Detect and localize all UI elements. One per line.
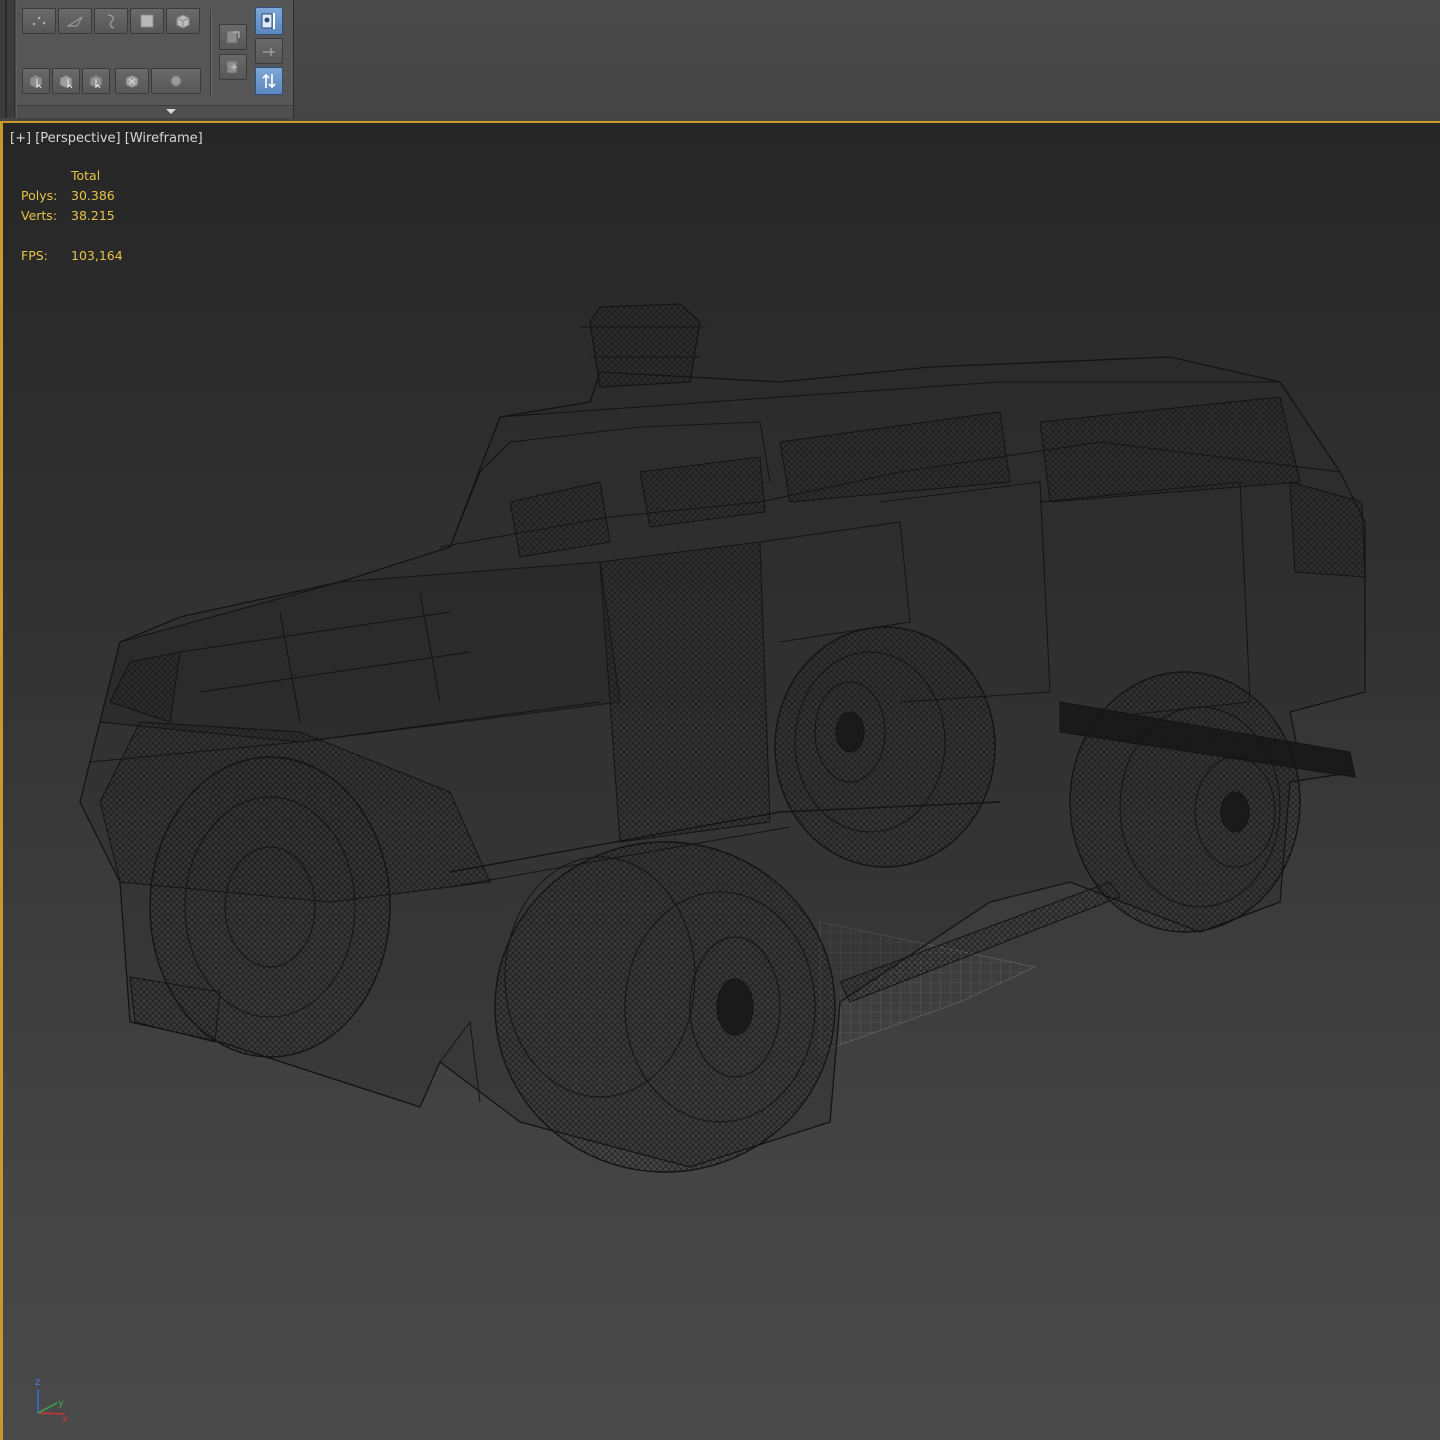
polygon-modeling-panel: [16, 0, 294, 118]
perspective-viewport[interactable]: [+] [Perspective] [Wireframe] Total Poly…: [0, 121, 1440, 1440]
panel-footer: [17, 105, 293, 118]
wheel-front-right: [494, 841, 836, 1173]
wheel-middle: [774, 626, 996, 868]
chevron-down-icon[interactable]: [166, 109, 176, 114]
preview-selection-icon[interactable]: [151, 68, 201, 94]
axis-y-label: y: [58, 1398, 64, 1409]
vertex-icon[interactable]: [22, 8, 56, 34]
axis-x-label: x: [62, 1414, 68, 1423]
ribbon-grip[interactable]: [0, 0, 15, 118]
axis-gizmo: z y x: [35, 1377, 68, 1423]
ribbon-toolbar: [0, 0, 1440, 118]
sort-icon[interactable]: [255, 67, 283, 95]
vehicle-wireframe-model[interactable]: [3, 123, 1440, 1440]
pin-icon[interactable]: [255, 38, 283, 64]
separator: [210, 10, 211, 96]
ignore-backfacing-icon[interactable]: [52, 68, 80, 94]
axis-z-label: z: [35, 1377, 40, 1388]
copy-selection-icon[interactable]: [219, 24, 247, 50]
roof-turret: [589, 303, 701, 388]
wheel-front-left: [149, 756, 391, 1058]
select-by-vertex-icon[interactable]: [22, 68, 50, 94]
wheel-rear: [1069, 671, 1301, 933]
by-angle-icon[interactable]: [82, 68, 110, 94]
polygon-icon[interactable]: [130, 8, 164, 34]
element-icon[interactable]: [166, 8, 200, 34]
edge-icon[interactable]: [58, 8, 92, 34]
named-selection-icon[interactable]: [255, 7, 283, 35]
paste-selection-icon[interactable]: [219, 54, 247, 80]
shrink-grow-icon[interactable]: [115, 68, 149, 94]
border-icon[interactable]: [94, 8, 128, 34]
